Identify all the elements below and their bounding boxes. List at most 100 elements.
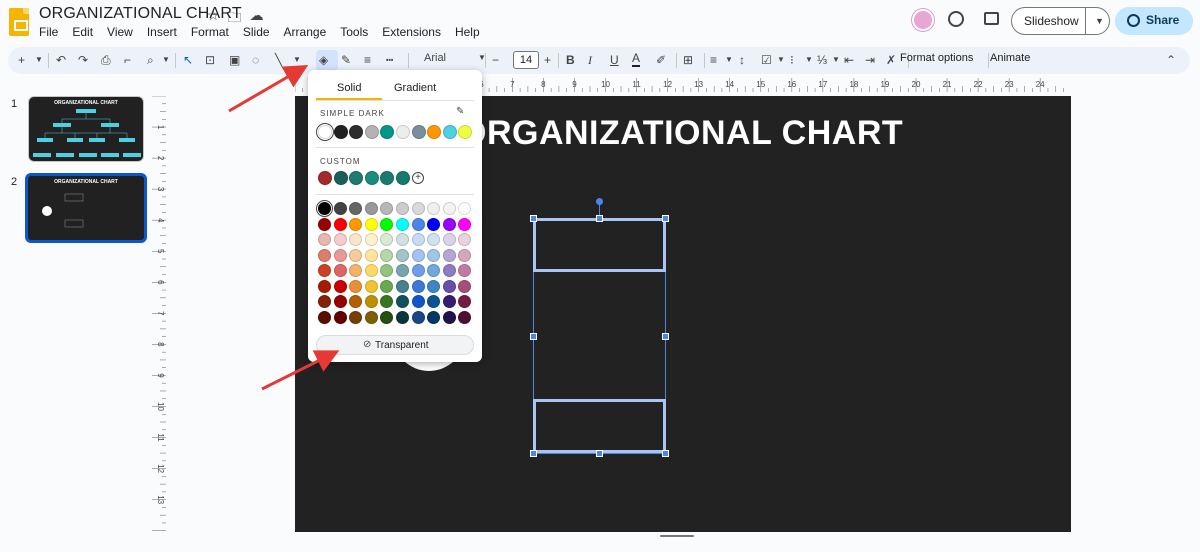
resize-handle[interactable] [530, 333, 537, 340]
palette-color-swatch[interactable] [380, 264, 394, 277]
bulleted-list-chevron-icon[interactable]: ▼ [805, 52, 813, 68]
menu-item-help[interactable]: Help [455, 25, 480, 39]
theme-color-swatch[interactable] [442, 125, 457, 139]
increase-font-size-icon[interactable]: + [544, 52, 551, 68]
highlight-color-icon[interactable]: ✐ [656, 52, 666, 68]
theme-color-swatch[interactable] [458, 125, 473, 139]
palette-color-swatch[interactable] [411, 295, 425, 308]
theme-color-swatch[interactable] [427, 125, 442, 139]
palette-color-swatch[interactable] [396, 233, 409, 246]
border-weight-icon[interactable]: ≡ [364, 52, 371, 68]
slide-thumbnail-2[interactable]: ORGANIZATIONAL CHART [25, 173, 147, 243]
palette-color-swatch[interactable] [364, 248, 378, 262]
palette-color-swatch[interactable] [442, 310, 456, 324]
text-box-icon[interactable]: ⊡ [205, 52, 215, 68]
palette-color-swatch[interactable] [427, 217, 441, 231]
palette-color-swatch[interactable] [396, 217, 409, 231]
theme-color-swatch[interactable] [364, 125, 379, 139]
palette-color-swatch[interactable] [458, 264, 472, 277]
palette-color-swatch[interactable] [333, 217, 347, 231]
resize-handle[interactable] [662, 215, 669, 222]
share-button[interactable]: Share [1115, 7, 1193, 35]
palette-color-swatch[interactable] [349, 295, 363, 308]
custom-color-swatch[interactable] [364, 171, 379, 185]
numbered-list-icon[interactable]: ⅓ [817, 52, 827, 68]
resize-handle[interactable] [662, 333, 669, 340]
tab-gradient[interactable]: Gradient [394, 82, 436, 94]
palette-color-swatch[interactable] [380, 202, 394, 215]
palette-color-swatch[interactable] [318, 202, 331, 215]
theme-color-swatch[interactable] [318, 125, 332, 139]
palette-color-swatch[interactable] [364, 202, 378, 215]
line-icon[interactable]: ╲ [275, 52, 282, 68]
palette-color-swatch[interactable] [364, 264, 378, 277]
theme-color-swatch[interactable] [333, 125, 348, 139]
checklist-chevron-icon[interactable]: ▼ [777, 52, 785, 68]
palette-color-swatch[interactable] [364, 295, 378, 308]
palette-color-swatch[interactable] [396, 295, 409, 308]
decrease-indent-icon[interactable]: ⇤ [844, 52, 854, 68]
font-family-select[interactable]: Arial [424, 52, 446, 64]
palette-color-swatch[interactable] [411, 248, 425, 262]
palette-color-swatch[interactable] [333, 264, 347, 277]
palette-color-swatch[interactable] [442, 279, 456, 293]
slides-logo-icon[interactable] [9, 8, 29, 36]
menu-item-edit[interactable]: Edit [72, 25, 93, 39]
palette-color-swatch[interactable] [333, 233, 347, 246]
redo-icon[interactable]: ↷ [78, 52, 88, 68]
insert-link-icon[interactable]: ⊞ [683, 52, 693, 68]
palette-color-swatch[interactable] [396, 264, 409, 277]
palette-color-swatch[interactable] [318, 310, 331, 324]
border-color-icon[interactable]: ✎ [341, 52, 351, 68]
zoom-icon[interactable]: ⌕ [147, 52, 154, 68]
underline-icon[interactable]: U [610, 52, 619, 68]
border-dash-icon[interactable]: ┅ [386, 52, 393, 68]
palette-color-swatch[interactable] [364, 217, 378, 231]
palette-color-swatch[interactable] [458, 248, 472, 262]
collapse-toolbar-chevron-icon[interactable]: ⌃ [1166, 52, 1176, 68]
palette-color-swatch[interactable] [380, 233, 394, 246]
palette-color-swatch[interactable] [411, 217, 425, 231]
palette-color-swatch[interactable] [458, 233, 472, 246]
increase-indent-icon[interactable]: ⇥ [865, 52, 875, 68]
resize-handle[interactable] [596, 450, 603, 457]
theme-color-swatch[interactable] [411, 125, 426, 139]
chevron-down-icon[interactable]: ▼ [1095, 16, 1104, 26]
resize-handle[interactable] [662, 450, 669, 457]
menu-item-insert[interactable]: Insert [147, 25, 177, 39]
palette-color-swatch[interactable] [349, 217, 363, 231]
palette-color-swatch[interactable] [318, 264, 331, 277]
palette-color-swatch[interactable] [427, 233, 441, 246]
resize-handle[interactable] [530, 215, 537, 222]
format-options-button[interactable]: Format options [900, 52, 973, 64]
palette-color-swatch[interactable] [380, 217, 394, 231]
palette-color-swatch[interactable] [364, 279, 378, 293]
image-icon[interactable]: ▣ [229, 52, 240, 68]
palette-color-swatch[interactable] [380, 279, 394, 293]
palette-color-swatch[interactable] [380, 310, 394, 324]
custom-color-swatch[interactable] [333, 171, 348, 185]
palette-color-swatch[interactable] [349, 248, 363, 262]
undo-icon[interactable]: ↶ [56, 52, 66, 68]
palette-color-swatch[interactable] [349, 202, 363, 215]
palette-color-swatch[interactable] [396, 279, 409, 293]
palette-color-swatch[interactable] [396, 202, 409, 215]
palette-color-swatch[interactable] [349, 279, 363, 293]
palette-color-swatch[interactable] [333, 279, 347, 293]
palette-color-swatch[interactable] [411, 279, 425, 293]
new-slide-icon[interactable]: + [18, 52, 25, 68]
bold-icon[interactable]: B [566, 52, 575, 68]
palette-color-swatch[interactable] [333, 248, 347, 262]
speaker-notes-handle[interactable] [660, 535, 694, 537]
palette-color-swatch[interactable] [411, 202, 425, 215]
palette-color-swatch[interactable] [318, 217, 331, 231]
palette-color-swatch[interactable] [318, 295, 331, 308]
palette-color-swatch[interactable] [458, 202, 472, 215]
print-icon[interactable]: ⎙ [101, 52, 111, 68]
tab-solid[interactable]: Solid [337, 82, 361, 94]
palette-color-swatch[interactable] [364, 310, 378, 324]
slideshow-button[interactable]: Slideshow ▼ [1011, 7, 1110, 35]
rectangle-shape-top[interactable] [533, 218, 666, 272]
palette-color-swatch[interactable] [396, 310, 409, 324]
palette-color-swatch[interactable] [318, 233, 331, 246]
